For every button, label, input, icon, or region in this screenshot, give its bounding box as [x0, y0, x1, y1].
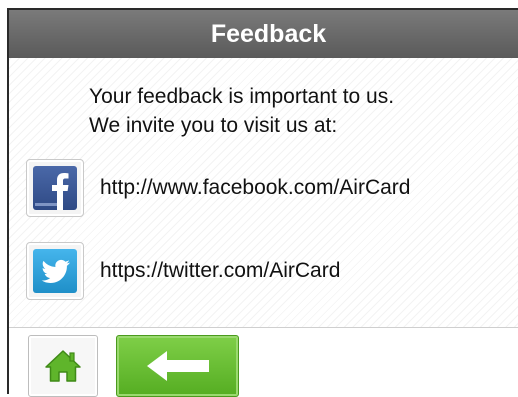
intro-line-2: We invite you to visit us at:: [89, 114, 338, 137]
feedback-screen: Feedback Your feedback is important to u…: [7, 8, 518, 397]
home-button[interactable]: [28, 335, 98, 397]
bottom-toolbar: [9, 327, 518, 397]
back-button[interactable]: [116, 335, 239, 397]
back-arrow-icon: [146, 351, 209, 381]
home-icon: [45, 350, 81, 382]
twitter-link-row[interactable]: https://twitter.com/AirCard: [26, 242, 340, 300]
intro-text: Your feedback is important to us. We inv…: [89, 82, 509, 140]
twitter-icon: [33, 249, 77, 293]
intro-line-1: Your feedback is important to us.: [89, 85, 395, 108]
facebook-icon-button[interactable]: [26, 159, 84, 217]
page-title: Feedback: [210, 19, 327, 48]
facebook-link[interactable]: http://www.facebook.com/AirCard: [100, 176, 410, 200]
twitter-link[interactable]: https://twitter.com/AirCard: [100, 259, 340, 283]
twitter-icon-button[interactable]: [26, 242, 84, 300]
title-bar: Feedback: [9, 10, 518, 58]
facebook-link-row[interactable]: http://www.facebook.com/AirCard: [26, 159, 410, 217]
facebook-icon: [33, 166, 77, 210]
